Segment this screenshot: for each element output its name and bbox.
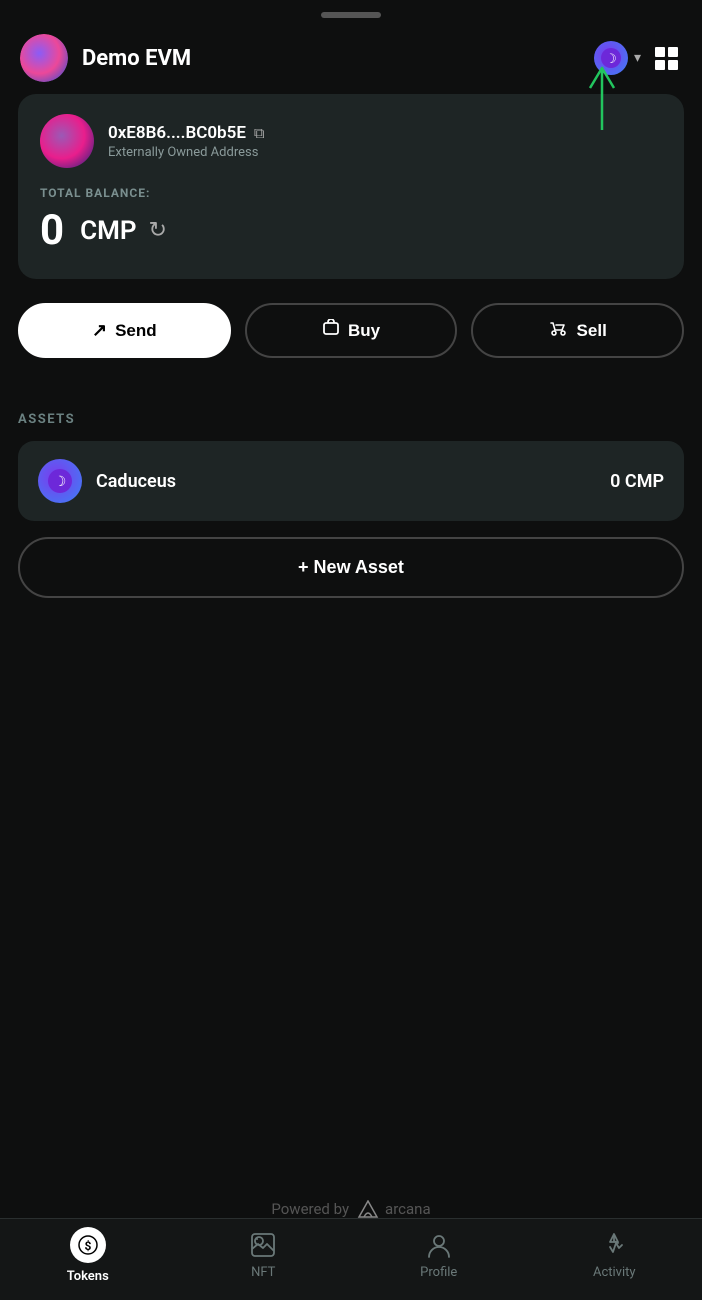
tutorial-arrow xyxy=(582,60,622,144)
assets-section: ASSETS ☽ Caduceus 0 CMP xyxy=(0,382,702,521)
send-button[interactable]: ↗ Send xyxy=(18,303,231,358)
asset-left: ☽ Caduceus xyxy=(38,459,176,503)
buy-button[interactable]: Buy xyxy=(245,303,458,358)
tokens-icon: $ xyxy=(70,1227,106,1263)
nav-item-profile[interactable]: Profile xyxy=(351,1231,527,1280)
buy-icon xyxy=(322,319,340,342)
nft-icon xyxy=(249,1231,277,1259)
refresh-button[interactable]: ↻ xyxy=(149,218,167,243)
drag-bar xyxy=(321,12,381,18)
account-row: 0xE8B6....BC0b5E ⧉ Externally Owned Addr… xyxy=(40,114,662,168)
powered-by: Powered by arcana xyxy=(0,1200,702,1218)
tokens-label: Tokens xyxy=(67,1269,109,1284)
assets-label: ASSETS xyxy=(18,412,684,427)
nav-item-tokens[interactable]: $ Tokens xyxy=(0,1227,176,1284)
address-row: 0xE8B6....BC0b5E ⧉ xyxy=(108,123,265,143)
new-asset-button[interactable]: + New Asset xyxy=(18,537,684,598)
asset-name: Caduceus xyxy=(96,471,176,492)
account-info: 0xE8B6....BC0b5E ⧉ Externally Owned Addr… xyxy=(108,123,265,160)
activity-icon xyxy=(600,1231,628,1259)
nav-item-nft[interactable]: NFT xyxy=(176,1231,352,1280)
arcana-brand: arcana xyxy=(385,1200,431,1218)
sell-button[interactable]: Sell xyxy=(471,303,684,358)
account-address: 0xE8B6....BC0b5E xyxy=(108,123,246,143)
balance-section: TOTAL BALANCE: 0 CMP ↻ xyxy=(40,186,662,255)
sell-label: Sell xyxy=(577,321,607,341)
svg-text:☽: ☽ xyxy=(54,474,67,490)
copy-address-button[interactable]: ⧉ xyxy=(254,124,265,142)
activity-label: Activity xyxy=(593,1265,636,1280)
balance-label: TOTAL BALANCE: xyxy=(40,186,662,200)
sell-icon xyxy=(549,319,569,342)
buy-label: Buy xyxy=(348,321,380,341)
balance-amount: 0 xyxy=(40,206,64,255)
qr-button[interactable] xyxy=(651,43,682,74)
balance-row: 0 CMP ↻ xyxy=(40,206,662,255)
account-type: Externally Owned Address xyxy=(108,145,265,160)
nav-item-activity[interactable]: Activity xyxy=(527,1231,702,1280)
send-label: Send xyxy=(115,321,157,341)
powered-prefix: Powered by xyxy=(271,1200,349,1218)
new-asset-label: + New Asset xyxy=(298,557,404,578)
bottom-nav: $ Tokens NFT Profile xyxy=(0,1218,702,1300)
wallet-avatar xyxy=(20,34,68,82)
send-icon: ↗ xyxy=(92,320,107,341)
balance-currency: CMP xyxy=(80,216,136,246)
asset-balance: 0 CMP xyxy=(610,471,664,492)
action-buttons: ↗ Send Buy Sell xyxy=(18,303,684,358)
asset-item-caduceus[interactable]: ☽ Caduceus 0 CMP xyxy=(18,441,684,521)
wallet-title: Demo EVM xyxy=(82,46,594,71)
nft-label: NFT xyxy=(251,1265,275,1280)
chevron-down-icon: ▾ xyxy=(634,50,641,66)
drag-handle xyxy=(0,0,702,26)
account-avatar xyxy=(40,114,94,168)
caduceus-icon: ☽ xyxy=(38,459,82,503)
profile-label: Profile xyxy=(420,1265,457,1280)
svg-text:$: $ xyxy=(84,1239,91,1253)
arcana-logo: arcana xyxy=(357,1200,431,1218)
profile-icon xyxy=(425,1231,453,1259)
